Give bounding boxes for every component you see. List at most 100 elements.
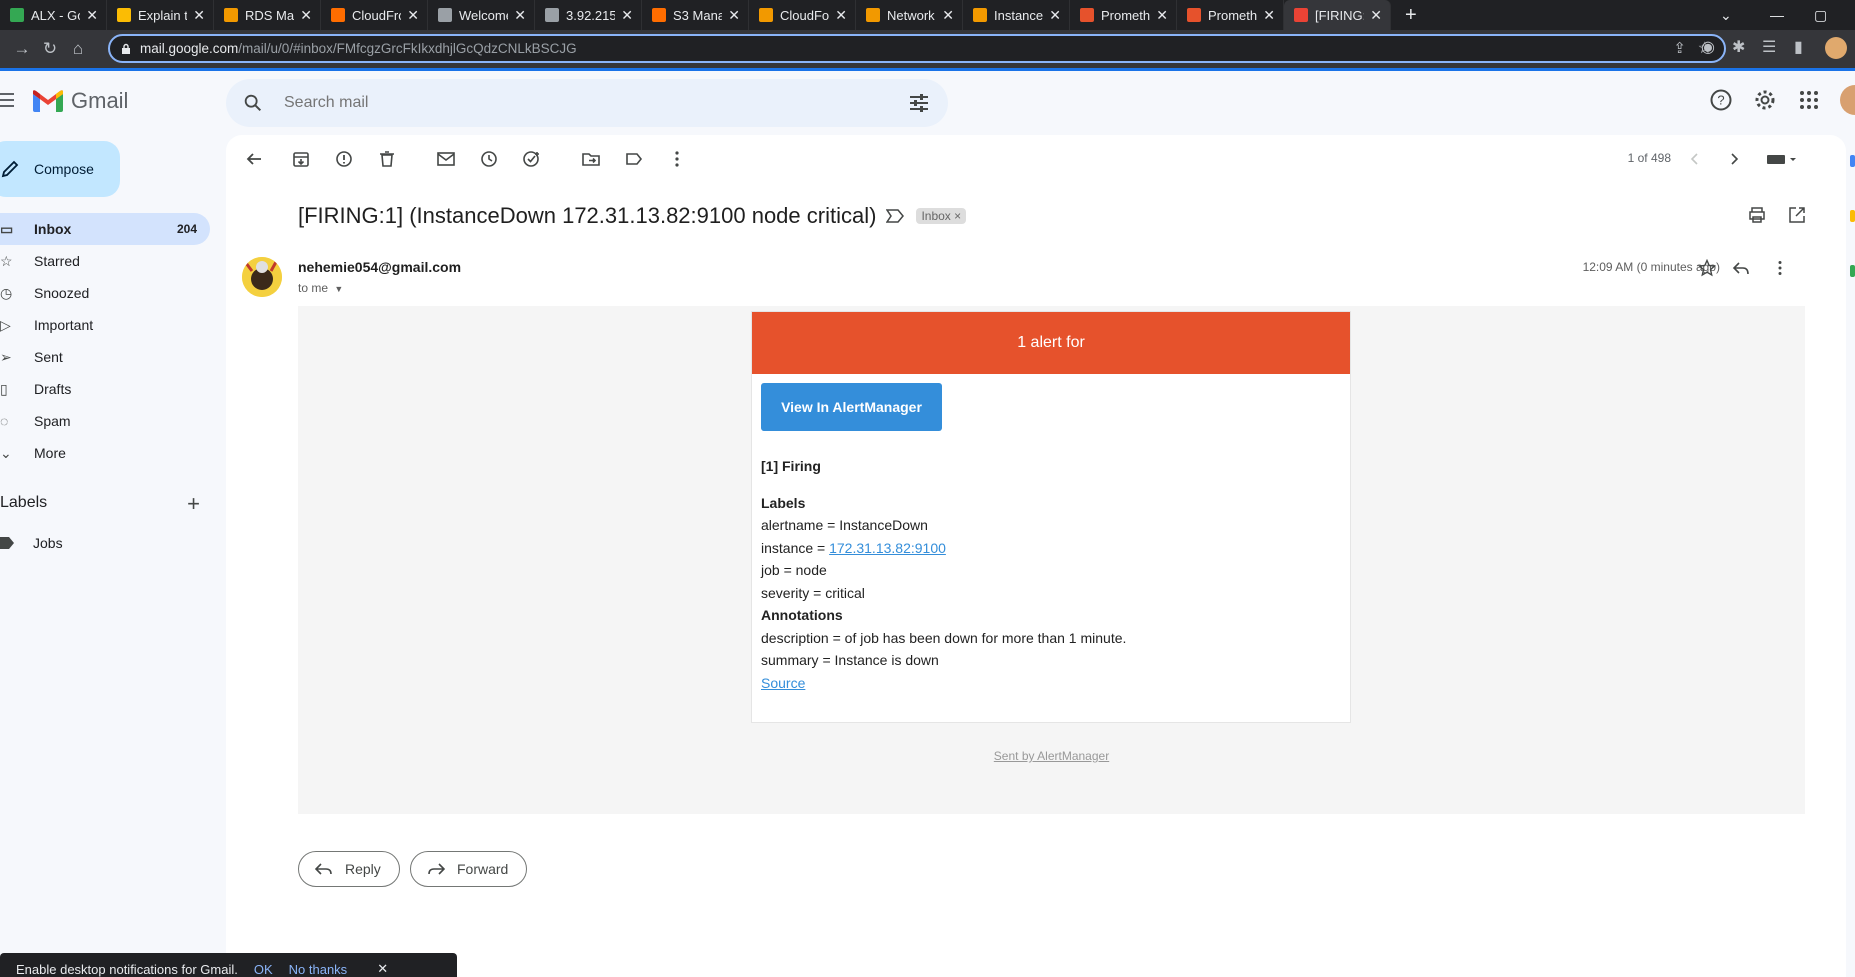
toast-close-icon[interactable]: ✕ <box>377 961 388 977</box>
browser-tab[interactable]: Network in ✕ <box>856 0 963 30</box>
details-dropdown-icon[interactable]: ▼ <box>334 284 343 294</box>
reply-arrow-icon[interactable] <box>1732 259 1750 277</box>
tab-close-icon[interactable]: ✕ <box>407 7 419 24</box>
move-to-icon[interactable] <box>581 149 601 169</box>
tab-close-icon[interactable]: ✕ <box>1263 7 1275 24</box>
gmail-logo[interactable]: Gmail <box>33 88 128 114</box>
tab-search-icon[interactable]: ⌄ <box>1720 0 1732 30</box>
browser-tab[interactable]: ALX - Goog ✕ <box>0 0 107 30</box>
back-arrow-icon[interactable] <box>244 149 264 169</box>
home-icon[interactable]: ⌂ <box>64 39 92 59</box>
sender-email[interactable]: nehemie054@gmail.com <box>298 259 461 275</box>
side-panel-icon[interactable]: ▮ <box>1794 37 1803 57</box>
new-tab-button[interactable]: + <box>1405 4 1417 27</box>
importance-marker-icon[interactable] <box>886 209 905 223</box>
remove-label-icon[interactable]: × <box>954 209 961 223</box>
source-link[interactable]: Source <box>761 675 805 691</box>
older-chevron-icon[interactable] <box>1724 149 1744 169</box>
calendar-addon-icon[interactable] <box>1850 155 1855 167</box>
browser-tab[interactable]: CloudForm ✕ <box>749 0 856 30</box>
settings-gear-icon[interactable] <box>1753 88 1777 112</box>
tab-close-icon[interactable]: ✕ <box>1049 7 1061 24</box>
share-icon[interactable]: ⇪ <box>1673 39 1686 57</box>
add-label-icon[interactable]: + <box>187 491 200 517</box>
extensions-icon[interactable]: ✱ <box>1732 37 1745 57</box>
browser-tab[interactable]: Welcome ✕ <box>428 0 535 30</box>
tab-close-icon[interactable]: ✕ <box>300 7 312 24</box>
message-more-icon[interactable] <box>1771 259 1789 277</box>
archive-icon[interactable] <box>291 149 311 169</box>
sidebar-item-inbox[interactable]: ▭ Inbox 204 <box>0 213 210 245</box>
browser-tab[interactable]: Instances | ✕ <box>963 0 1070 30</box>
mark-unread-icon[interactable] <box>436 149 456 169</box>
sidebar-item-sent[interactable]: ➢ Sent <box>0 341 210 373</box>
maximize-button[interactable]: ▢ <box>1814 0 1827 30</box>
url-field[interactable]: mail.google.com/mail/u/0/#inbox/FMfcgzGr… <box>108 34 1726 63</box>
delete-icon[interactable] <box>377 149 397 169</box>
browser-tab[interactable]: Explain the ✕ <box>107 0 214 30</box>
sidebar-item-important[interactable]: ▷ Important <box>0 309 210 341</box>
sidebar-item-spam[interactable]: ◌ Spam <box>0 405 210 437</box>
keep-addon-icon[interactable] <box>1850 210 1855 222</box>
instance-link[interactable]: 172.31.13.82:9100 <box>829 540 946 556</box>
sidebar-item-more[interactable]: ⌄ More <box>0 437 210 469</box>
sidebar-item-starred[interactable]: ☆ Starred <box>0 245 210 277</box>
recipients-toggle[interactable]: to me ▼ <box>298 281 343 295</box>
star-icon[interactable] <box>1698 259 1716 277</box>
account-avatar[interactable] <box>1840 85 1855 115</box>
profile-extension-icon[interactable]: ◉ <box>1701 37 1715 57</box>
compose-button[interactable]: Compose <box>0 141 120 197</box>
minimize-button[interactable]: — <box>1770 0 1784 30</box>
toast-text: Enable desktop notifications for Gmail. <box>16 962 238 977</box>
browser-avatar[interactable] <box>1825 37 1847 59</box>
sidebar-item-drafts[interactable]: ▯ Drafts <box>0 373 210 405</box>
tab-close-icon[interactable]: ✕ <box>86 7 98 24</box>
browser-tab[interactable]: [FIRING:1] ✕ <box>1284 0 1391 30</box>
more-vert-icon[interactable] <box>667 149 687 169</box>
tab-close-icon[interactable]: ✕ <box>1370 7 1382 24</box>
view-in-alertmanager-button[interactable]: View In AlertManager <box>761 383 942 431</box>
report-spam-icon[interactable] <box>334 149 354 169</box>
open-new-window-icon[interactable] <box>1787 205 1807 225</box>
newer-chevron-icon[interactable] <box>1685 149 1705 169</box>
search-input[interactable] <box>284 94 884 112</box>
sidebar-label-jobs[interactable]: Jobs <box>0 535 63 551</box>
browser-tab[interactable]: Prometheu ✕ <box>1070 0 1177 30</box>
reading-pane: 1 of 498 [FIRING:1] (InstanceDown 172.31… <box>226 135 1846 977</box>
tab-close-icon[interactable]: ✕ <box>193 7 205 24</box>
reading-list-icon[interactable]: ☰ <box>1762 37 1776 57</box>
browser-tab[interactable]: Prometheu ✕ <box>1177 0 1284 30</box>
toast-ok-button[interactable]: OK <box>254 962 273 977</box>
browser-tab[interactable]: S3 Manage ✕ <box>642 0 749 30</box>
help-icon[interactable]: ? <box>1709 88 1733 112</box>
tab-close-icon[interactable]: ✕ <box>621 7 633 24</box>
reload-icon[interactable]: ↻ <box>36 39 64 59</box>
tab-close-icon[interactable]: ✕ <box>1156 7 1168 24</box>
sender-avatar[interactable] <box>242 257 282 297</box>
browser-tab[interactable]: CloudFront ✕ <box>321 0 428 30</box>
reply-button[interactable]: Reply <box>298 851 400 887</box>
forward-button[interactable]: Forward <box>410 851 528 887</box>
label-icon[interactable] <box>624 149 644 169</box>
back-icon[interactable]: → <box>8 39 36 59</box>
sidebar-item-snoozed[interactable]: ◷ Snoozed <box>0 277 210 309</box>
main-menu-icon[interactable] <box>0 93 14 107</box>
tasks-addon-icon[interactable] <box>1850 265 1855 277</box>
tab-close-icon[interactable]: ✕ <box>942 7 954 24</box>
browser-tab[interactable]: 3.92.215.23 ✕ <box>535 0 642 30</box>
browser-tab[interactable]: RDS Manag ✕ <box>214 0 321 30</box>
apps-grid-icon[interactable] <box>1797 88 1821 112</box>
inbox-label-chip[interactable]: Inbox × <box>916 208 967 224</box>
tab-close-icon[interactable]: ✕ <box>835 7 847 24</box>
tab-close-icon[interactable]: ✕ <box>728 7 740 24</box>
search-options-icon[interactable] <box>908 92 930 114</box>
snooze-clock-icon[interactable] <box>479 149 499 169</box>
print-icon[interactable] <box>1747 205 1767 225</box>
search-icon[interactable] <box>242 92 264 114</box>
add-task-icon[interactable] <box>522 149 542 169</box>
search-bar[interactable] <box>226 79 948 127</box>
input-tools-icon[interactable] <box>1766 149 1800 169</box>
sent-by-alertmanager-link[interactable]: Sent by AlertManager <box>298 749 1805 763</box>
tab-close-icon[interactable]: ✕ <box>514 7 526 24</box>
toast-no-thanks-button[interactable]: No thanks <box>289 962 348 977</box>
